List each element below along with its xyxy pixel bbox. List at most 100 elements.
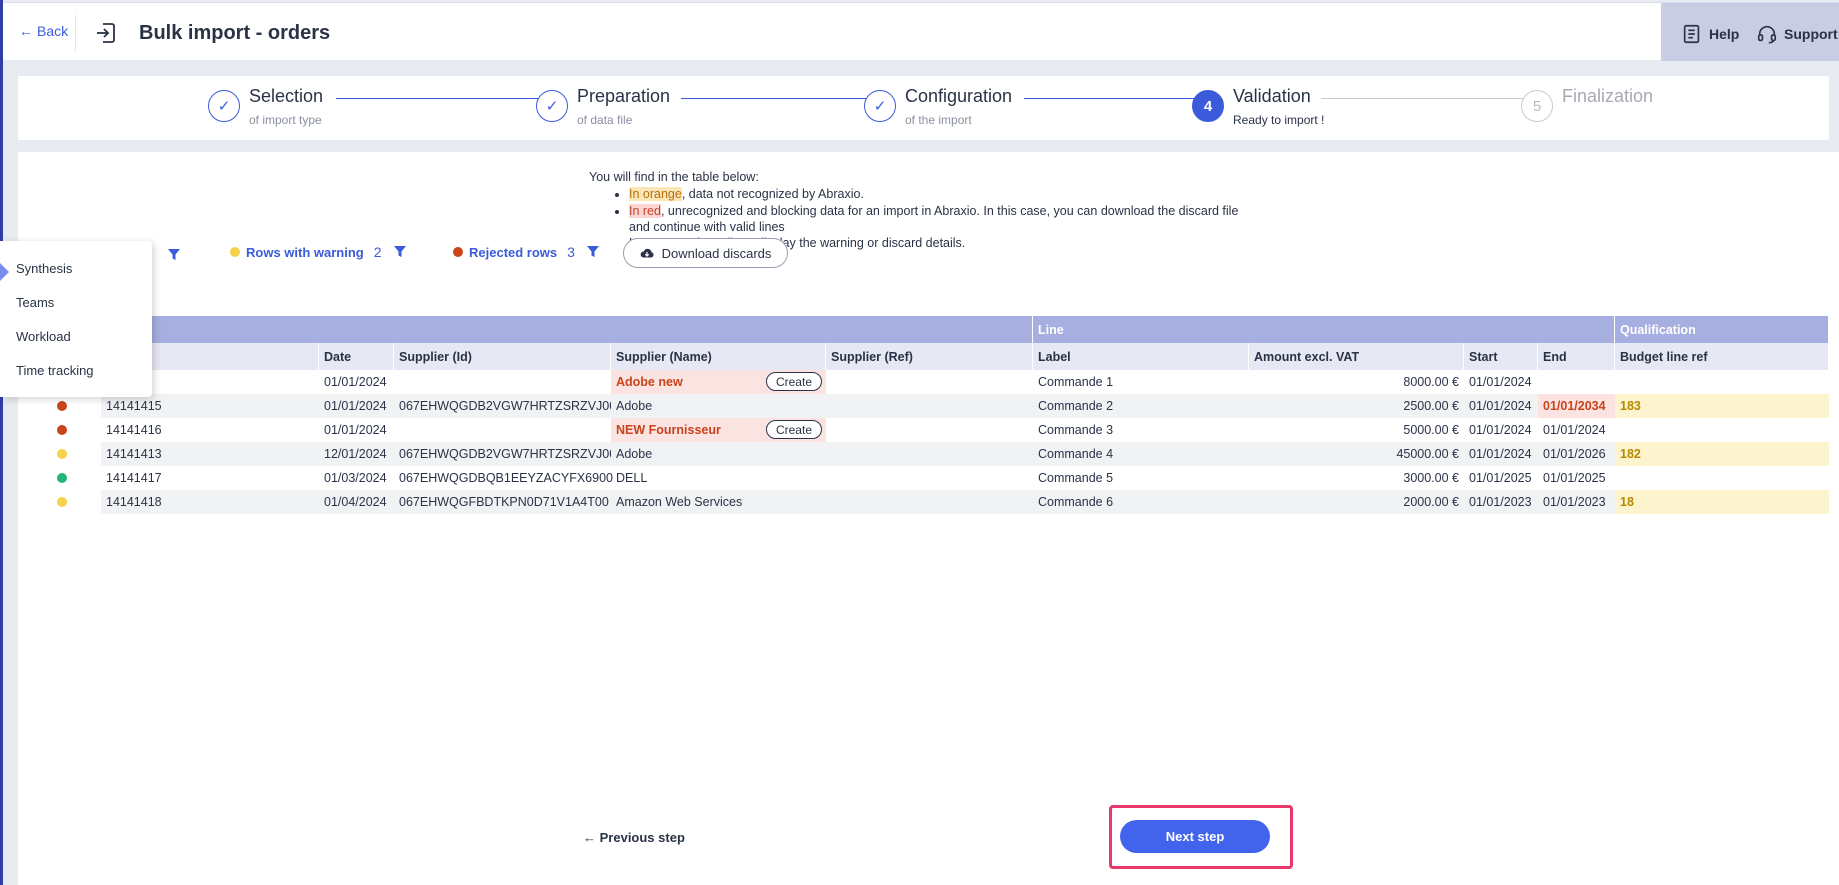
cell-label: Commande 1 [1038, 375, 1114, 389]
cell-supplier-ref [826, 490, 1033, 514]
cell-supplier-id [394, 370, 611, 394]
step-connector [681, 98, 867, 99]
legend-orange: In orange, data not recognized by Abraxi… [629, 186, 1249, 202]
cell-budget-line-ref [1615, 370, 1829, 394]
arrow-left-icon: ← [583, 830, 600, 845]
cell-start: 01/01/2025 [1469, 471, 1532, 485]
download-discards-button[interactable]: Download discards [623, 238, 788, 268]
cell-start: 01/01/2024 [1469, 423, 1532, 437]
cell-date: 01/03/2024 [324, 471, 387, 485]
cell-budget-line-ref [1615, 466, 1829, 490]
step-connector [336, 98, 539, 99]
cell-date: 12/01/2024 [319, 442, 394, 466]
check-icon: ✓ [208, 90, 240, 122]
active-indicator [0, 263, 9, 281]
cell-code: 14141417 [106, 471, 162, 485]
cell-code: 14141415 [101, 394, 319, 418]
download-label: Download discards [661, 245, 772, 261]
topbar-actions: Help Support [1661, 3, 1839, 61]
import-icon [97, 23, 115, 43]
table-row[interactable]: 14141416 01/01/2024 NEW Fournisseur Creat… [26, 418, 1829, 442]
col-supplier-ref[interactable]: Supplier (Ref) [826, 343, 1033, 370]
table-column-header: e Date Supplier (Id) Supplier (Name) Sup… [26, 343, 1829, 370]
cell-code: 14141416 [106, 423, 162, 437]
step-label: Validation [1233, 86, 1311, 106]
menu-item-synthesis[interactable]: Synthesis [16, 261, 72, 276]
cell-budget-line-ref: 183 [1615, 394, 1829, 418]
import-table: Line Qualification e Date Supplier (Id) … [26, 316, 1829, 514]
cell-end: 01/01/2034 [1538, 394, 1615, 418]
create-supplier-button[interactable]: Create [765, 372, 822, 391]
support-button[interactable]: Support [1756, 23, 1838, 45]
warning-dot [230, 247, 240, 257]
back-label: Back [37, 23, 69, 39]
cloud-download-icon [640, 248, 654, 258]
floating-nav-menu: Synthesis Teams Workload Time tracking [0, 241, 152, 397]
cell-date: 01/01/2024 [324, 375, 387, 389]
main-panel: You will find in the table below: In ora… [18, 152, 1839, 885]
cell-start: 01/01/2024 [1464, 442, 1538, 466]
table-row[interactable]: 14141417 01/03/2024 067EHWQGDBQB1EEYZACY… [26, 466, 1829, 490]
rejected-label: Rejected rows [469, 244, 558, 260]
status-dot [57, 401, 67, 411]
col-start[interactable]: Start [1464, 343, 1538, 370]
help-label: Help [1709, 26, 1740, 42]
col-supplier-name[interactable]: Supplier (Name) [611, 343, 826, 370]
intro-heading: You will find in the table below: [589, 170, 759, 184]
cell-date: 01/01/2024 [324, 423, 387, 437]
cell-amount: 3000.00 € [1403, 471, 1459, 485]
previous-step-button[interactable]: ← Previous step [583, 830, 685, 845]
filter-icon[interactable] [168, 249, 180, 261]
cell-code: 14141413 [101, 442, 319, 466]
menu-item-teams[interactable]: Teams [16, 295, 54, 310]
menu-item-workload[interactable]: Workload [16, 329, 71, 344]
cell-supplier-name: Adobe [611, 394, 826, 418]
rejected-count: 3 [567, 244, 575, 260]
back-link[interactable]: ← Back [19, 23, 68, 39]
cell-supplier-ref [826, 466, 1033, 490]
table-row[interactable]: 14141413 12/01/2024 067EHWQGDB2VGW7HRTZS… [26, 442, 1829, 466]
cell-end [1538, 370, 1615, 394]
cell-end: 01/01/2026 [1538, 442, 1615, 466]
next-step-button[interactable]: Next step [1120, 820, 1270, 853]
col-budget-line-ref[interactable]: Budget line ref [1615, 343, 1829, 370]
cell-budget-line-ref: 18 [1615, 490, 1829, 514]
rejected-dot [453, 247, 463, 257]
col-date[interactable]: Date [319, 343, 394, 370]
warning-count: 2 [373, 244, 382, 260]
filter-icon[interactable] [586, 246, 599, 258]
filter-icon[interactable] [393, 246, 406, 258]
col-supplier-id[interactable]: Supplier (Id) [394, 343, 611, 370]
supplier-name-text: Adobe new [616, 375, 683, 389]
supplier-name-text: Adobe [616, 447, 653, 461]
table-row[interactable]: 14141418 01/04/2024 067EHWQGFBDTKPN0D71V… [26, 490, 1829, 514]
filter-warning-rows[interactable]: Rows with warning 2 [230, 244, 406, 260]
cell-supplier-name: NEW Fournisseur Create [611, 418, 826, 442]
support-label: Support [1784, 26, 1838, 42]
orange-text: , data not recognized by Abraxio. [681, 187, 864, 201]
cell-label: Commande 6 [1033, 490, 1249, 514]
create-supplier-button[interactable]: Create [765, 420, 822, 439]
col-end[interactable]: End [1538, 343, 1615, 370]
group-header-line: Line [1033, 316, 1615, 343]
filter-rejected-rows[interactable]: Rejected rows 3 [453, 244, 599, 260]
help-button[interactable]: Help [1681, 23, 1739, 45]
cell-budget-line-ref [1615, 418, 1829, 442]
cell-supplier-id [394, 418, 611, 442]
cell-supplier-ref [826, 418, 1033, 442]
menu-item-time-tracking[interactable]: Time tracking [16, 363, 94, 378]
supplier-name-text: Amazon Web Services [616, 495, 743, 509]
supplier-name-text: Adobe [616, 399, 653, 413]
table-row[interactable]: 01/01/2024 Adobe new Create Commande 1 80… [26, 370, 1829, 394]
cell-label: Commande 5 [1038, 471, 1114, 485]
cell-supplier-id: 067EHWQGDBQB1EEYZACYFX6900 [399, 471, 613, 485]
cell-amount: 45000.00 € [1249, 442, 1464, 466]
supplier-name-text: DELL [616, 471, 648, 485]
step-number: 4 [1192, 90, 1224, 122]
left-rail [0, 0, 3, 885]
step-number: 5 [1521, 90, 1553, 122]
cell-amount: 5000.00 € [1403, 423, 1459, 437]
col-label[interactable]: Label [1033, 343, 1249, 370]
col-amount[interactable]: Amount excl. VAT [1249, 343, 1464, 370]
table-row[interactable]: 14141415 01/01/2024 067EHWQGDB2VGW7HRTZS… [26, 394, 1829, 418]
